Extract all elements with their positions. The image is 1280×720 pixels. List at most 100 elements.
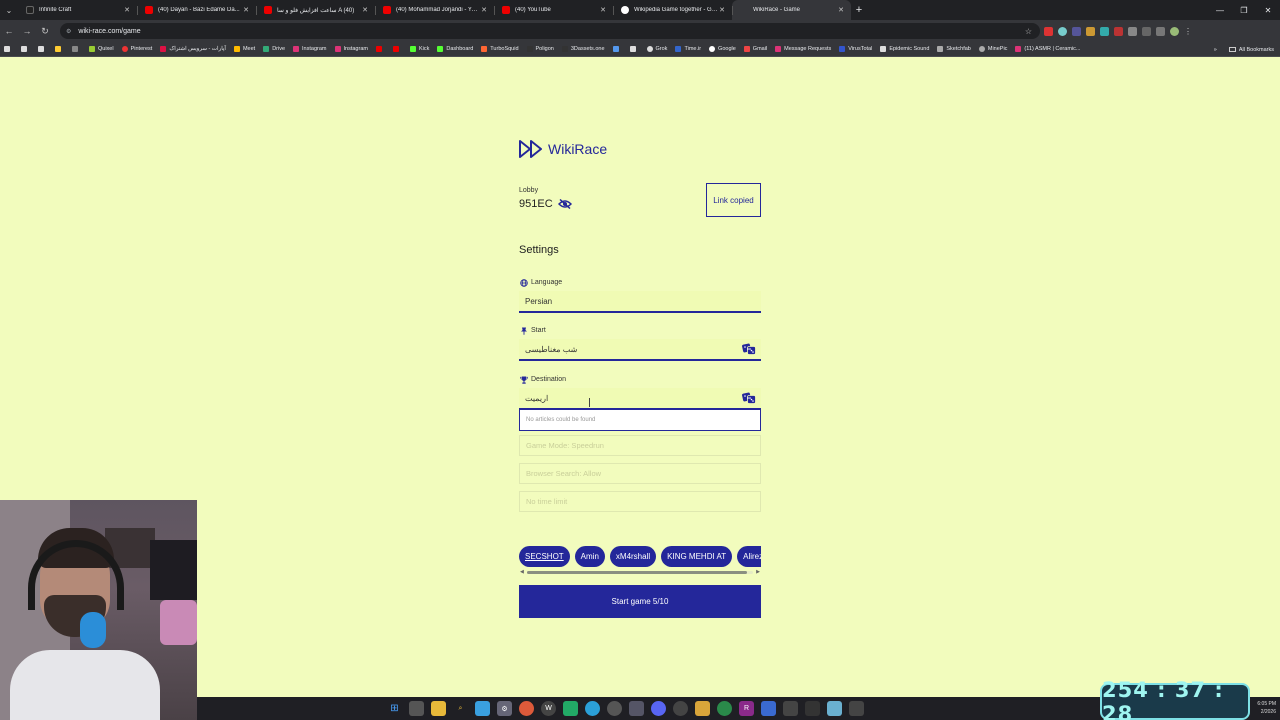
bookmark-instagram[interactable]: Instagram: [293, 46, 327, 52]
bookmark-virustotal[interactable]: VirusTotal: [839, 46, 872, 52]
bookmark-drive[interactable]: Drive: [263, 46, 285, 52]
reload-icon[interactable]: ↻: [36, 20, 54, 42]
bookmark-meet[interactable]: Meet: [233, 46, 255, 52]
players-scrollbar[interactable]: ◀ ▶: [519, 569, 761, 575]
all-bookmarks-folder-icon[interactable]: [1228, 47, 1236, 52]
forward-icon[interactable]: →: [18, 20, 36, 42]
profile-avatar-icon[interactable]: [1170, 26, 1179, 36]
bookmark-3dassets[interactable]: 3Dassets.one: [561, 46, 605, 52]
hide-code-eye-slash-icon[interactable]: [557, 199, 572, 209]
app-icon[interactable]: [563, 701, 578, 716]
bookmark-item[interactable]: [612, 46, 622, 52]
tab-youtube-dayan[interactable]: (40) Dayan - Bazi Edame Da... ✕: [137, 0, 256, 20]
bookmark-apps-icon[interactable]: [4, 46, 13, 52]
close-window-icon[interactable]: ✕: [1256, 0, 1280, 20]
new-tab-icon[interactable]: +: [851, 4, 867, 16]
windows-start-icon[interactable]: ⊞: [387, 701, 402, 716]
extension-icon[interactable]: [1044, 26, 1053, 36]
app-icon[interactable]: [695, 701, 710, 716]
bookmark-quixel[interactable]: Quixel: [89, 46, 114, 52]
bookmark-item[interactable]: [38, 46, 47, 52]
bookmark-aparat[interactable]: آپارات - سرویس اشتراک: [160, 46, 226, 52]
tab-close-icon[interactable]: ✕: [718, 6, 726, 14]
extension-icon[interactable]: [1100, 26, 1109, 36]
tab-infinite-craft[interactable]: Infinite Craft ✕: [18, 0, 137, 20]
bookmark-item[interactable]: [21, 46, 30, 52]
file-explorer-icon[interactable]: [431, 701, 446, 716]
app-icon[interactable]: [761, 701, 776, 716]
settings-gear-icon[interactable]: ⚙: [497, 701, 512, 716]
bookmark-google[interactable]: Google: [709, 46, 736, 52]
extension-icon[interactable]: [1114, 26, 1123, 36]
chrome-icon[interactable]: [519, 701, 534, 716]
restore-icon[interactable]: ❐: [1232, 0, 1256, 20]
app-icon[interactable]: [673, 701, 688, 716]
back-icon[interactable]: ←: [0, 20, 18, 42]
url-input[interactable]: ⚙ wiki-race.com/game ☆: [60, 23, 1040, 39]
bookmark-timeir[interactable]: Time.ir: [675, 46, 701, 52]
bookmark-star-icon[interactable]: ☆: [1025, 27, 1032, 36]
bookmark-instagram[interactable]: Instagram: [334, 46, 368, 52]
scroll-right-icon[interactable]: ▶: [756, 569, 760, 575]
bookmark-minepic[interactable]: MinePic: [978, 46, 1007, 52]
tab-close-icon[interactable]: ✕: [480, 6, 488, 14]
app-icon[interactable]: [783, 701, 798, 716]
bookmark-message-requests[interactable]: Message Requests: [775, 46, 831, 52]
app-icon[interactable]: [827, 701, 842, 716]
minimize-icon[interactable]: —: [1208, 0, 1232, 20]
player-chip[interactable]: KING MEHDI AT: [661, 546, 733, 567]
tab-youtube-flow[interactable]: ساعت افزایش فلو و سا A (40) ✕: [256, 0, 375, 20]
all-bookmarks-link[interactable]: All Bookmarks: [1239, 47, 1274, 53]
bookmark-youtube[interactable]: [392, 46, 402, 52]
tab-close-icon[interactable]: ✕: [837, 6, 845, 14]
app-icon[interactable]: R: [739, 701, 754, 716]
bookmark-item[interactable]: [629, 46, 639, 52]
app-icon[interactable]: [607, 701, 622, 716]
tab-close-icon[interactable]: ✕: [123, 6, 131, 14]
tab-close-icon[interactable]: ✕: [599, 6, 607, 14]
tab-wikipedia-game[interactable]: Wikipedia Game together - Go... ✕: [613, 0, 732, 20]
random-start-dice-icon[interactable]: [742, 343, 756, 355]
player-chip[interactable]: Amin: [574, 546, 605, 567]
bookmark-item[interactable]: [72, 46, 81, 52]
telegram-icon[interactable]: [585, 701, 600, 716]
tab-youtube[interactable]: (40) YouTube ✕: [494, 0, 613, 20]
destination-article-input[interactable]: اریمیت: [519, 388, 761, 410]
extension-icon[interactable]: [1058, 26, 1067, 36]
bookmark-kick[interactable]: Kick: [409, 46, 429, 52]
app-icon[interactable]: [849, 701, 864, 716]
app-icon[interactable]: [475, 701, 490, 716]
bookmark-item[interactable]: [55, 46, 64, 52]
copy-link-button[interactable]: Link copied: [706, 183, 761, 217]
start-article-input[interactable]: شب مغناطیسی: [519, 339, 761, 361]
tab-close-icon[interactable]: ✕: [361, 6, 369, 14]
scroll-left-icon[interactable]: ◀: [520, 569, 524, 575]
player-chip[interactable]: Alirezaw: [737, 546, 761, 567]
browser-search-select[interactable]: Browser Search: Allow: [519, 463, 761, 484]
bookmark-turbosquid[interactable]: TurboSquid: [481, 46, 519, 52]
extensions-puzzle-icon[interactable]: [1128, 26, 1137, 36]
calculator-icon[interactable]: [629, 701, 644, 716]
bookmark-poligon[interactable]: Poligon: [526, 46, 554, 52]
bookmark-grok[interactable]: Grok: [646, 46, 667, 52]
menu-kebab-icon[interactable]: ⋮: [1184, 27, 1193, 36]
bookmark-youtube[interactable]: [375, 46, 385, 52]
tab-youtube-jorjandi[interactable]: (40) Mohammad Jorjandi - You... ✕: [375, 0, 494, 20]
bookmark-asmr[interactable]: (11) ASMR | Ceramic...: [1015, 46, 1080, 52]
bookmark-epidemic-sound[interactable]: Epidemic Sound: [880, 46, 929, 52]
player-chip[interactable]: xM4rshall: [609, 546, 657, 567]
tab-wikirace[interactable]: WikiRace - Game ✕: [732, 0, 851, 20]
random-destination-dice-icon[interactable]: [742, 392, 756, 404]
site-info-icon[interactable]: ⚙: [66, 28, 71, 35]
bookmark-pinterest[interactable]: Pinterest: [121, 46, 152, 52]
task-view-icon[interactable]: [409, 701, 424, 716]
scroll-thumb[interactable]: [527, 571, 747, 574]
taskbar-clock[interactable]: 6:05 PM 2/2026: [1257, 700, 1276, 716]
player-chip[interactable]: SECSHOT: [519, 546, 570, 567]
incognito-icon[interactable]: [1142, 26, 1151, 36]
bookmark-gmail[interactable]: Gmail: [743, 46, 767, 52]
start-game-button[interactable]: Start game 5/10: [519, 585, 761, 618]
discord-icon[interactable]: [651, 701, 666, 716]
tab-close-icon[interactable]: ✕: [242, 6, 250, 14]
app-icon[interactable]: [805, 701, 820, 716]
